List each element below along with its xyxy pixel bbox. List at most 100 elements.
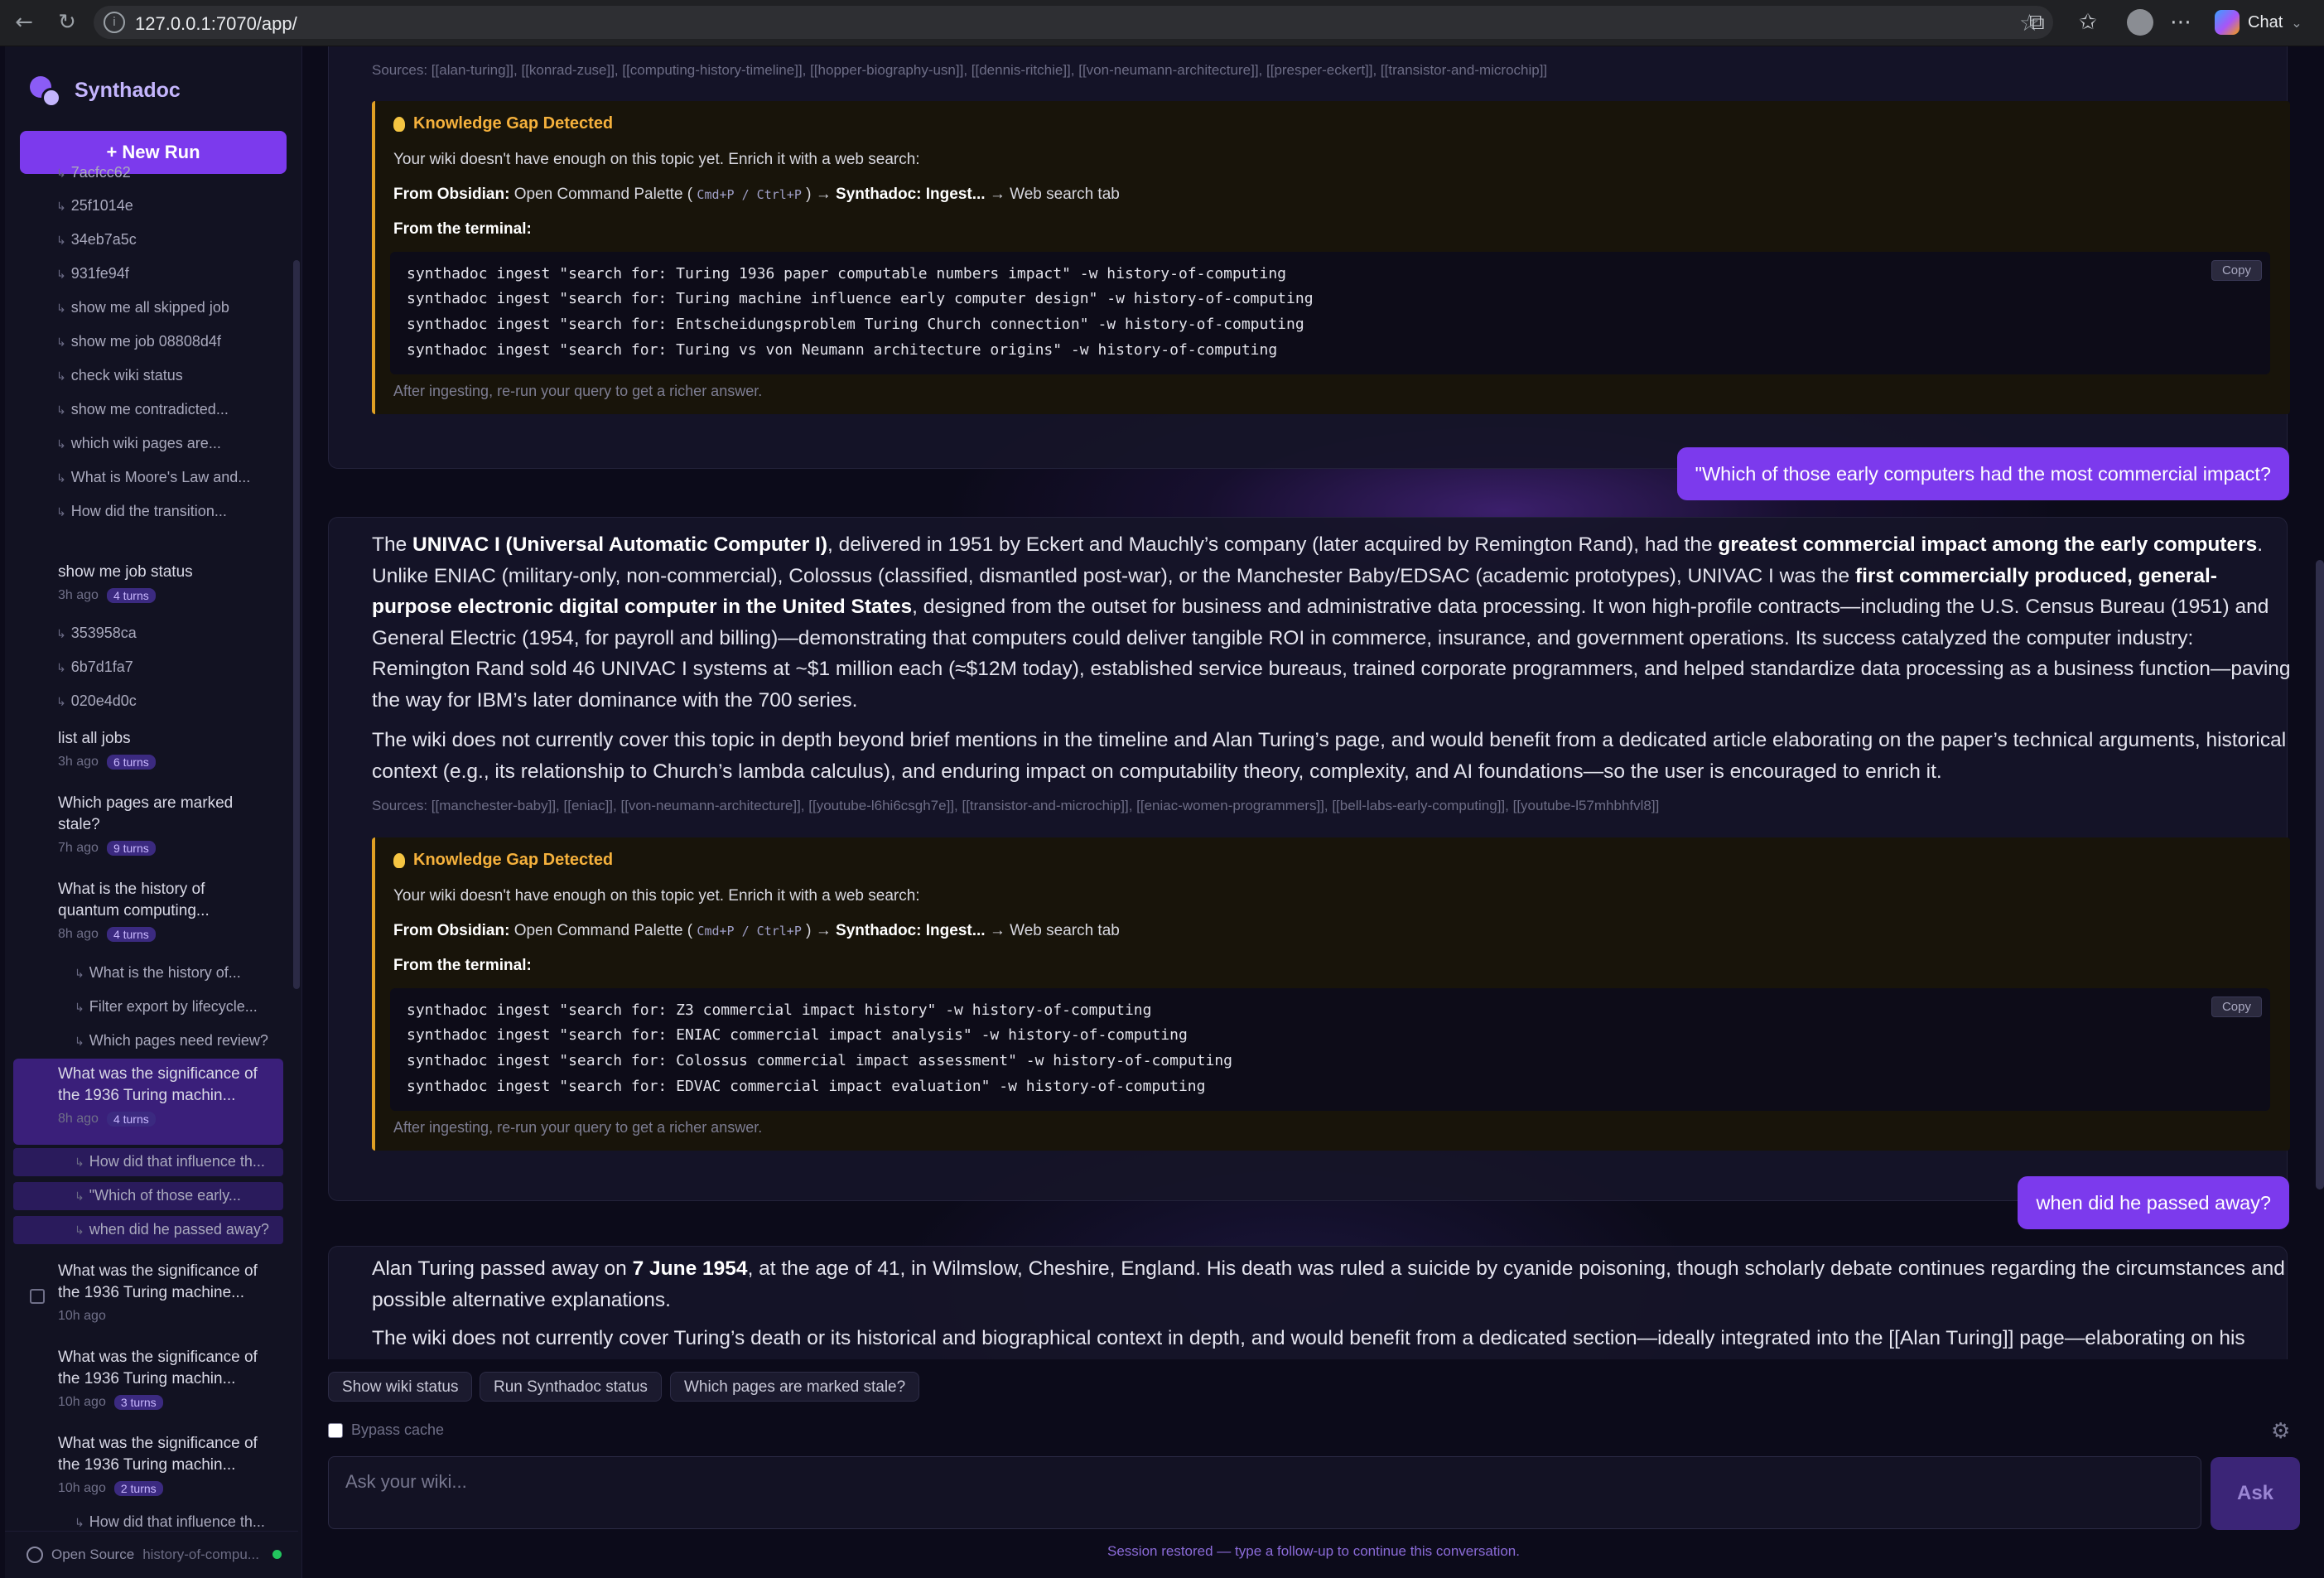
- command-line[interactable]: synthadoc ingest "search for: Colossus c…: [407, 1052, 1232, 1069]
- gap-obsidian-line: From Obsidian: Open Command Palette ( Cm…: [393, 922, 1120, 939]
- session-meta: 3h ago 4 turns: [58, 588, 156, 603]
- sources-list[interactable]: Sources: [[alan-turing]], [[konrad-zuse]…: [372, 62, 1547, 79]
- copy-button[interactable]: Copy: [2211, 260, 2262, 281]
- gap-intro: Your wiki doesn't have enough on this to…: [393, 887, 920, 905]
- gap-obsidian-line: From Obsidian: Open Command Palette ( Cm…: [393, 186, 1120, 203]
- session-list: ↳ 7acfcc62 ↳ 25f1014e ↳ 34eb7a5c ↳ 931fe94f …: [5, 164, 298, 1530]
- command-line[interactable]: synthadoc ingest "search for: EDVAC comm…: [407, 1078, 1206, 1095]
- sidebar-item[interactable]: ↳ 25f1014e: [56, 197, 133, 215]
- chevron-down-icon: ⌄: [2291, 14, 2302, 31]
- copilot-icon: [2215, 10, 2240, 35]
- answer-paragraph: Alan Turing passed away on 7 June 1954, …: [372, 1257, 2285, 1311]
- sidebar-item[interactable]: ↳ show me job 08808d4f: [56, 333, 221, 350]
- sidebar-item[interactable]: ↳ show me all skipped job: [56, 299, 229, 316]
- lightbulb-icon: [393, 852, 405, 868]
- reload-icon[interactable]: ↻: [53, 8, 81, 36]
- url-text: 127.0.0.1:7070/app/: [135, 13, 297, 34]
- turns-badge: 4 turns: [106, 927, 156, 942]
- gap-title: Knowledge Gap Detected: [393, 114, 613, 133]
- sidebar: Synthadoc + New Run ↳ 7acfcc62 ↳ 25f1014e …: [5, 46, 302, 1578]
- session-title[interactable]: What is the history of quantum computing…: [58, 879, 265, 922]
- session-title[interactable]: What was the significance of the 1936 Tu…: [58, 1261, 282, 1304]
- sidebar-item[interactable]: ↳ 34eb7a5c: [56, 231, 137, 249]
- github-icon[interactable]: [27, 1546, 43, 1563]
- sidebar-subitem[interactable]: ↳ Filter export by lifecycle...: [75, 998, 258, 1016]
- turns-badge: 9 turns: [106, 841, 156, 856]
- address-bar[interactable]: i 127.0.0.1:7070/app/ ☆: [94, 6, 2053, 39]
- ask-button[interactable]: Ask: [2211, 1457, 2300, 1530]
- sidebar-item[interactable]: ↳ How did the transition...: [56, 503, 227, 520]
- sidebar-subitem[interactable]: ↳ 6b7d1fa7: [56, 659, 133, 676]
- user-message: when did he passed away?: [2018, 1176, 2289, 1229]
- turns-badge: 6 turns: [106, 755, 156, 770]
- bypass-cache-checkbox[interactable]: [328, 1422, 343, 1438]
- command-line[interactable]: synthadoc ingest "search for: Entscheidu…: [407, 316, 1304, 333]
- open-source-link[interactable]: Open Source: [51, 1547, 134, 1563]
- command-line[interactable]: synthadoc ingest "search for: Z3 commerc…: [407, 1001, 1151, 1019]
- bypass-cache-toggle[interactable]: Bypass cache: [328, 1421, 444, 1439]
- sidebar-subitem[interactable]: ↳ How did that influence th...: [75, 1513, 265, 1531]
- sources-list[interactable]: Sources: [[manchester-baby]], [[eniac]],…: [372, 798, 1659, 814]
- gear-icon[interactable]: ⚙: [2271, 1419, 2290, 1444]
- session-title[interactable]: Which pages are marked stale?: [58, 793, 265, 836]
- sidebar-subitem[interactable]: ↳ What is the history of...: [75, 964, 241, 982]
- command-block: synthadoc ingest "search for: Turing 193…: [390, 252, 2270, 374]
- online-status-dot: [272, 1550, 282, 1559]
- session-title[interactable]: list all jobs: [58, 728, 131, 750]
- sidebar-item[interactable]: ↳ 931fe94f: [56, 265, 129, 282]
- chat-scrollbar[interactable]: [2316, 560, 2324, 1190]
- session-meta: 10h ago 3 turns: [58, 1395, 163, 1410]
- sidebar-subitem[interactable]: ↳ when did he passed away?: [75, 1221, 269, 1238]
- answer-paragraph: The UNIVAC I (Universal Automatic Comput…: [372, 533, 2291, 712]
- brand-name: Synthadoc: [75, 78, 181, 102]
- suggestion-chip[interactable]: Which pages are marked stale?: [670, 1372, 920, 1402]
- session-meta: 8h ago 4 turns: [58, 1112, 156, 1127]
- extensions-icon[interactable]: ⧉: [2029, 8, 2045, 36]
- session-title-active[interactable]: What was the significance of the 1936 Tu…: [58, 1064, 273, 1107]
- chat-label: Chat: [2248, 12, 2283, 31]
- more-menu-icon[interactable]: ⋯: [2170, 8, 2191, 36]
- turns-badge: 3 turns: [113, 1395, 163, 1410]
- chat-button[interactable]: Chat ⌄: [2215, 8, 2302, 36]
- sidebar-subitem[interactable]: ↳ 020e4d0c: [56, 692, 137, 710]
- session-title[interactable]: show me job status: [58, 562, 193, 583]
- gap-title: Knowledge Gap Detected: [393, 851, 613, 870]
- suggestion-chip[interactable]: Run Synthadoc status: [480, 1372, 662, 1402]
- session-meta: 8h ago 4 turns: [58, 927, 156, 942]
- brand[interactable]: Synthadoc: [30, 76, 181, 108]
- gap-after-note: After ingesting, re-run your query to ge…: [393, 383, 763, 399]
- favorites-icon[interactable]: ✩: [2079, 8, 2097, 36]
- sidebar-subitem[interactable]: ↳ Which pages need review?: [75, 1032, 268, 1050]
- turns-badge: 4 turns: [106, 1112, 156, 1127]
- knowledge-gap-panel: Knowledge Gap Detected Your wiki doesn't…: [372, 837, 2290, 1151]
- site-info-icon[interactable]: i: [104, 12, 125, 33]
- sidebar-item[interactable]: ↳ show me contradicted...: [56, 401, 229, 418]
- suggestion-chip[interactable]: Show wiki status: [328, 1372, 473, 1402]
- sidebar-item[interactable]: ↳ What is Moore's Law and...: [56, 469, 250, 486]
- sidebar-item[interactable]: ↳ which wiki pages are...: [56, 435, 221, 452]
- gap-terminal-label: From the terminal:: [393, 220, 532, 238]
- sidebar-subitem[interactable]: ↳ "Which of those early...: [75, 1187, 241, 1204]
- sidebar-subitem[interactable]: ↳ 353958ca: [56, 625, 137, 642]
- sidebar-item[interactable]: ↳ check wiki status: [56, 367, 183, 384]
- ask-input[interactable]: [329, 1457, 2201, 1507]
- session-title[interactable]: What was the significance of the 1936 Tu…: [58, 1347, 273, 1390]
- sidebar-item[interactable]: ↳ 7acfcc62: [56, 164, 131, 181]
- sidebar-scrollbar[interactable]: [293, 260, 300, 989]
- answer-paragraph: The wiki does not currently cover this t…: [372, 729, 2287, 783]
- command-line[interactable]: synthadoc ingest "search for: Turing vs …: [407, 341, 1277, 359]
- sidebar-subitem[interactable]: ↳ How did that influence th...: [75, 1153, 265, 1170]
- command-line[interactable]: synthadoc ingest "search for: ENIAC comm…: [407, 1026, 1188, 1044]
- browser-toolbar: ← ↻ i 127.0.0.1:7070/app/ ☆ ⧉ ✩ ⋯ Chat ⌄: [0, 0, 2324, 46]
- profile-avatar[interactable]: [2127, 9, 2153, 36]
- copy-button[interactable]: Copy: [2211, 997, 2262, 1017]
- command-line[interactable]: synthadoc ingest "search for: Turing mac…: [407, 290, 1314, 307]
- command-block: synthadoc ingest "search for: Z3 commerc…: [390, 988, 2270, 1111]
- chat-main: Sources: [[alan-turing]], [[konrad-zuse]…: [303, 46, 2324, 1578]
- back-arrow-icon[interactable]: ←: [10, 8, 38, 36]
- command-line[interactable]: synthadoc ingest "search for: Turing 193…: [407, 265, 1286, 282]
- knowledge-gap-panel: Knowledge Gap Detected Your wiki doesn't…: [372, 101, 2290, 414]
- gap-intro: Your wiki doesn't have enough on this to…: [393, 151, 920, 168]
- session-title[interactable]: What was the significance of the 1936 Tu…: [58, 1433, 273, 1476]
- composer: Show wiki status Run Synthadoc status Wh…: [303, 1359, 2324, 1578]
